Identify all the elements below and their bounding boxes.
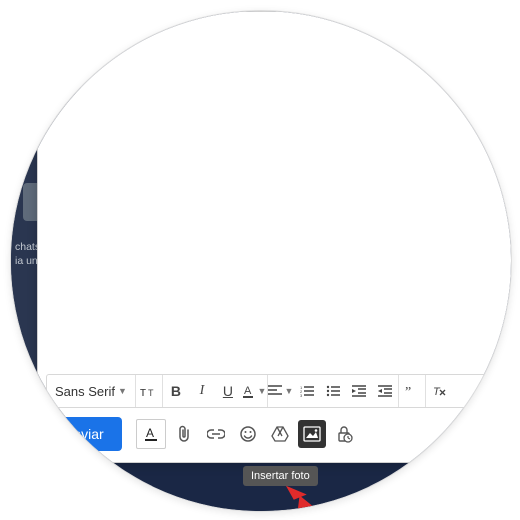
italic-button[interactable]: I xyxy=(189,375,215,407)
bold-button[interactable]: B xyxy=(163,375,189,407)
chevron-down-icon: ▼ xyxy=(257,386,266,396)
attach-button[interactable] xyxy=(170,420,198,448)
format-toolbar: Sans Serif ▼ тT B I U A ▼ xyxy=(46,374,510,408)
svg-text:”: ” xyxy=(405,385,411,397)
chevron-down-icon: ▼ xyxy=(284,386,293,396)
numbered-list-button[interactable]: 123 xyxy=(294,375,320,407)
format-toggle-button[interactable]: A xyxy=(136,419,166,449)
send-button[interactable]: Enviar xyxy=(46,417,122,451)
clear-format-button[interactable]: T xyxy=(426,375,452,407)
bottom-bar xyxy=(11,486,512,512)
font-family-select[interactable]: Sans Serif ▼ xyxy=(47,375,136,407)
underline-button[interactable]: U xyxy=(215,375,241,407)
bullet-list-button[interactable] xyxy=(320,375,346,407)
font-family-label: Sans Serif xyxy=(55,384,115,399)
send-button-label: Enviar xyxy=(64,426,104,442)
svg-text:A: A xyxy=(244,385,252,397)
indent-more-button[interactable] xyxy=(372,375,398,407)
send-toolbar: Enviar A xyxy=(46,416,510,452)
font-size-button[interactable]: тT xyxy=(136,375,162,407)
indent-less-button[interactable] xyxy=(346,375,372,407)
emoji-button[interactable] xyxy=(234,420,262,448)
link-button[interactable] xyxy=(202,420,230,448)
drive-button[interactable] xyxy=(266,420,294,448)
align-button[interactable]: ▼ xyxy=(268,375,294,407)
svg-text:A: A xyxy=(146,426,154,440)
chevron-down-icon: ▼ xyxy=(118,386,127,396)
svg-text:т: т xyxy=(140,384,146,398)
svg-text:T: T xyxy=(433,386,441,398)
text-color-button[interactable]: A ▼ xyxy=(241,375,267,407)
annotation-arrow xyxy=(286,479,322,512)
insert-photo-button[interactable] xyxy=(298,420,326,448)
svg-text:3: 3 xyxy=(300,393,303,397)
svg-text:T: T xyxy=(148,388,154,398)
quote-button[interactable]: ” xyxy=(399,375,425,407)
compose-window: Sans Serif ▼ тT B I U A ▼ xyxy=(37,11,512,463)
confidential-button[interactable] xyxy=(330,420,358,448)
